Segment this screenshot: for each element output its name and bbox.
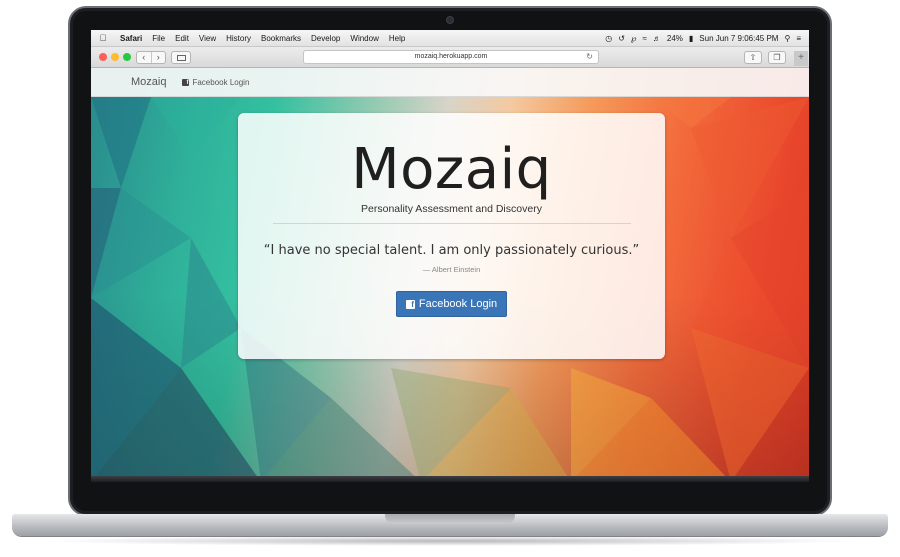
facebook-icon: f bbox=[182, 78, 190, 86]
tabs-overview-button[interactable]: ❐ bbox=[768, 51, 786, 64]
url-text: mozaiq.herokuapp.com bbox=[414, 53, 488, 60]
hero-card: Mozaiq Personality Assessment and Discov… bbox=[238, 113, 665, 359]
volume-icon[interactable]: ♬ bbox=[653, 34, 661, 43]
menu-status-area: ◷ ↺ ℘ ≈ ♬ 24% ▮ Sun Jun 7 9:06:45 PM ⚲ ≡ bbox=[605, 34, 809, 43]
battery-icon[interactable]: ▮ bbox=[689, 34, 693, 43]
minimize-window-button[interactable] bbox=[111, 53, 119, 61]
hero-divider bbox=[272, 223, 631, 224]
menu-history[interactable]: History bbox=[221, 34, 256, 43]
notification-center-icon[interactable]: ≡ bbox=[796, 34, 801, 43]
reload-icon[interactable]: ↻ bbox=[586, 51, 593, 63]
apple-logo-icon[interactable]:  bbox=[91, 33, 115, 43]
time-machine-icon[interactable]: ↺ bbox=[618, 34, 625, 43]
hero-subtitle: Personality Assessment and Discovery bbox=[361, 203, 542, 215]
navbar-facebook-login-link[interactable]: f Facebook Login bbox=[182, 78, 249, 87]
zoom-window-button[interactable] bbox=[123, 53, 131, 61]
menu-help[interactable]: Help bbox=[384, 34, 410, 43]
navbar-brand[interactable]: Mozaiq bbox=[131, 76, 166, 88]
site-navbar: Mozaiq f Facebook Login bbox=[91, 68, 809, 97]
back-arrow-icon[interactable]: ‹ bbox=[137, 52, 152, 63]
spotlight-search-icon[interactable]: ⚲ bbox=[784, 34, 790, 43]
hero-title: Mozaiq bbox=[351, 137, 552, 202]
sidebar-icon bbox=[177, 55, 186, 61]
sidebar-toggle-button[interactable] bbox=[171, 51, 191, 64]
menu-window[interactable]: Window bbox=[345, 34, 383, 43]
clock-status-icon[interactable]: ◷ bbox=[605, 34, 612, 43]
share-button[interactable]: ⇧ bbox=[744, 51, 762, 64]
menu-file[interactable]: File bbox=[147, 34, 170, 43]
window-bottom-edge bbox=[91, 476, 809, 482]
new-tab-button[interactable]: + bbox=[794, 51, 808, 66]
laptop-shadow bbox=[40, 536, 860, 546]
screen:  Safari File Edit View History Bookmark… bbox=[91, 30, 809, 482]
facebook-login-button[interactable]: f Facebook Login bbox=[395, 291, 508, 317]
navbar-facebook-login-label: Facebook Login bbox=[192, 77, 250, 87]
bluetooth-icon[interactable]: ℘ bbox=[631, 34, 637, 43]
quote-attribution: — Albert Einstein bbox=[422, 265, 481, 274]
menu-clock[interactable]: Sun Jun 7 9:06:45 PM bbox=[699, 34, 778, 43]
menu-bookmarks[interactable]: Bookmarks bbox=[256, 34, 306, 43]
facebook-login-button-label: Facebook Login bbox=[418, 298, 498, 310]
camera-icon bbox=[447, 17, 453, 23]
menu-develop[interactable]: Develop bbox=[306, 34, 345, 43]
menu-edit[interactable]: Edit bbox=[170, 34, 194, 43]
forward-arrow-icon[interactable]: › bbox=[152, 52, 166, 63]
battery-percent[interactable]: 24% bbox=[667, 34, 683, 43]
laptop-notch bbox=[385, 514, 515, 524]
mac-menu-bar:  Safari File Edit View History Bookmark… bbox=[91, 30, 809, 47]
safari-toolbar: ‹ › mozaiq.herokuapp.com ↻ ⇧ ❐ + bbox=[91, 47, 809, 68]
wifi-icon[interactable]: ≈ bbox=[642, 34, 646, 43]
back-forward-group: ‹ › bbox=[136, 51, 166, 64]
address-bar[interactable]: mozaiq.herokuapp.com ↻ bbox=[303, 50, 599, 64]
web-page: Mozaiq f Facebook Login Mozaiq Personali… bbox=[91, 68, 809, 482]
facebook-icon: f bbox=[405, 299, 415, 309]
hero-quote: “I have no special talent. I am only pas… bbox=[263, 243, 640, 258]
share-icon: ⇧ bbox=[749, 53, 757, 62]
menu-safari[interactable]: Safari bbox=[115, 34, 147, 43]
tabs-icon: ❐ bbox=[773, 53, 781, 62]
close-window-button[interactable] bbox=[99, 53, 107, 61]
menu-view[interactable]: View bbox=[194, 34, 221, 43]
